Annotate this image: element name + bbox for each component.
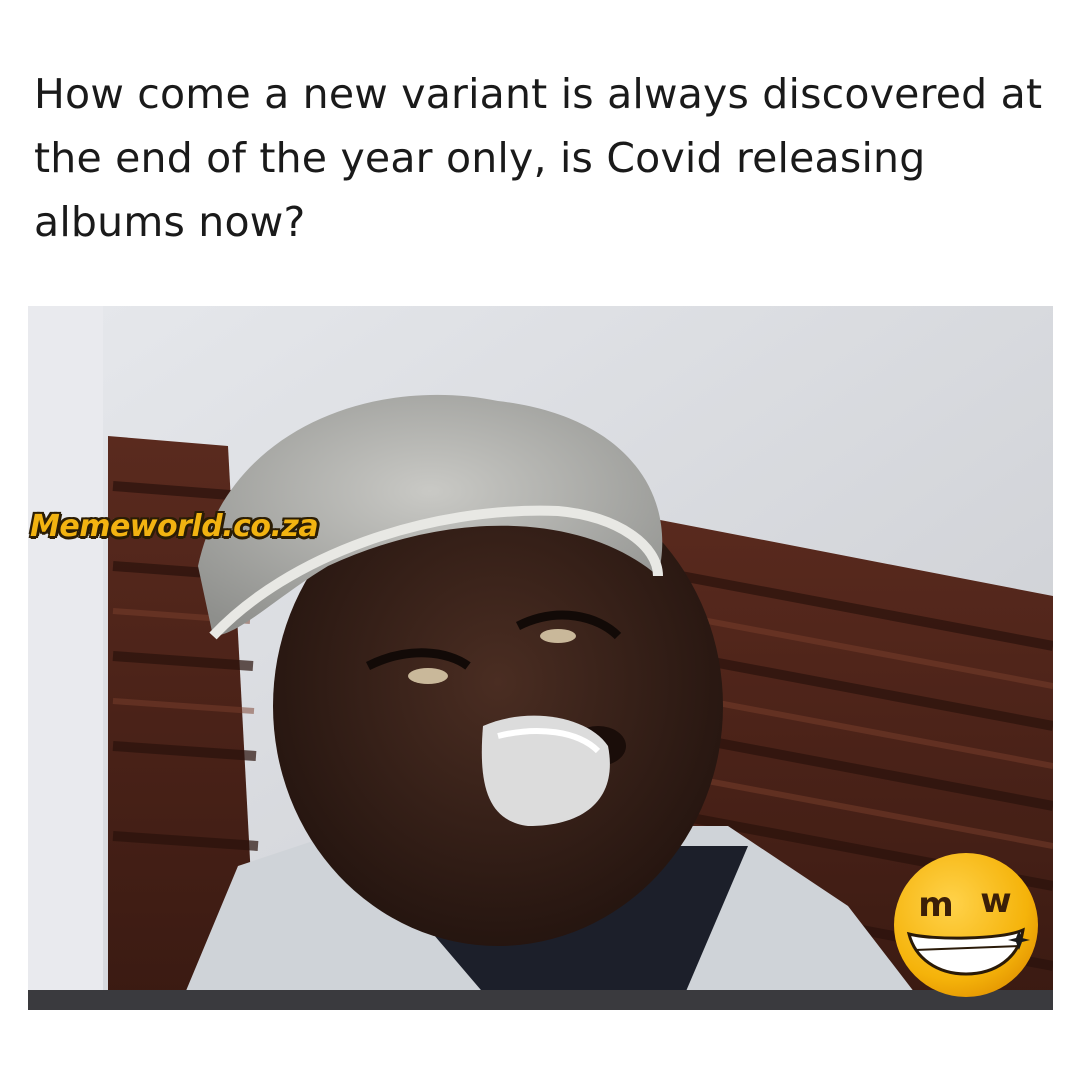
meme-caption: How come a new variant is always discove…: [34, 70, 1043, 246]
memeworld-logo-icon: m w: [891, 850, 1041, 1000]
logo-right-letter: w: [980, 881, 1011, 921]
memeworld-watermark: Memeworld.co.za: [30, 509, 319, 544]
logo-left-letter: m: [918, 885, 953, 925]
